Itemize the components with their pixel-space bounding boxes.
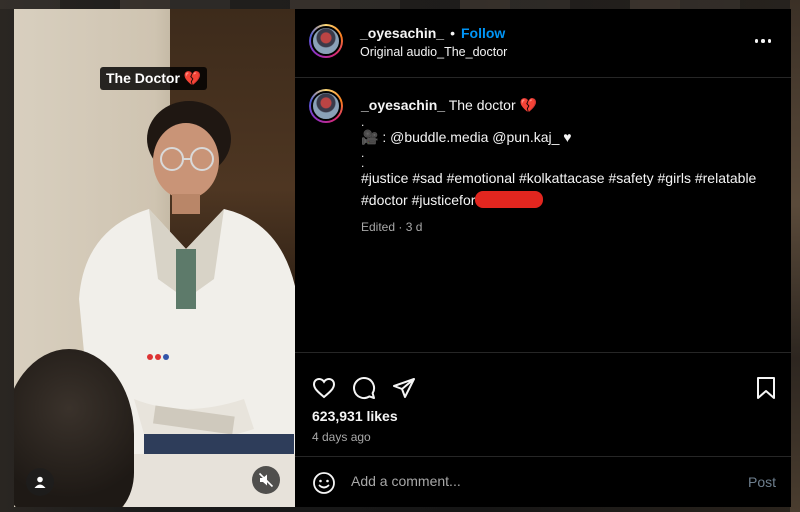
- caption-dot: .: [361, 156, 365, 170]
- caption-title-line: _oyesachin_ The doctor 💔: [361, 95, 771, 117]
- like-button[interactable]: [311, 375, 337, 401]
- more-options-button[interactable]: [753, 31, 773, 51]
- comment-row: Post: [295, 456, 791, 509]
- header-username[interactable]: _oyesachin_: [360, 25, 444, 41]
- caption-hashtags-1[interactable]: #justice #sad #emotional #kolkattacase #…: [361, 168, 771, 190]
- caption-hashtags-2[interactable]: #doctor #justicefor: [361, 192, 475, 208]
- bookmark-icon: [757, 377, 775, 399]
- avatar-image: [311, 26, 341, 56]
- post-comment-button[interactable]: Post: [748, 474, 776, 490]
- likes-count[interactable]: 623,931 likes: [312, 408, 398, 424]
- header-separator: •: [450, 25, 455, 41]
- more-dot-icon: [754, 39, 759, 43]
- post-date[interactable]: 4 days ago: [312, 430, 371, 444]
- caption-title: The doctor 💔: [448, 97, 537, 113]
- author-avatar[interactable]: [309, 24, 343, 58]
- post-header: _oyesachin_ • Follow Original audio_The_do…: [295, 9, 791, 78]
- feed-backdrop-top: [0, 0, 800, 9]
- share-button[interactable]: [391, 375, 417, 401]
- more-dot-icon: [767, 39, 772, 43]
- caption-username[interactable]: _oyesachin_: [361, 97, 445, 113]
- caption-dot: .: [361, 114, 365, 129]
- muted-speaker-icon: [258, 472, 274, 488]
- heart-icon: [312, 377, 336, 399]
- emoji-button[interactable]: [311, 470, 337, 496]
- reel-video[interactable]: The Doctor 💔: [14, 9, 295, 507]
- edited-timestamp: Edited · 3 d: [361, 220, 423, 234]
- follow-button[interactable]: Follow: [461, 25, 505, 41]
- video-caption: The Doctor 💔: [100, 67, 208, 90]
- audio-link[interactable]: Original audio_The_doctor: [360, 45, 507, 59]
- emoji-icon: [313, 472, 335, 494]
- caption-credits: 🎥 : @buddle.media @pun.kaj_ ♥: [361, 128, 572, 145]
- caption-author-avatar[interactable]: [309, 89, 343, 123]
- user-icon: [34, 476, 46, 488]
- avatar-image: [311, 91, 341, 121]
- post-caption: _oyesachin_ The doctor 💔 . 🎥 : @buddle.m…: [361, 95, 771, 239]
- header-title-row: _oyesachin_ • Follow: [360, 25, 505, 43]
- caption-hashtags-line-2: #doctor #justicefor: [361, 190, 771, 212]
- more-dot-icon: [761, 39, 765, 43]
- post-actions: 623,931 likes 4 days ago Post: [295, 352, 791, 508]
- caption-dot: .: [361, 146, 365, 160]
- mute-button[interactable]: [252, 466, 280, 494]
- feed-backdrop-right: [790, 0, 800, 512]
- comment-button[interactable]: [351, 375, 377, 401]
- save-button[interactable]: [753, 375, 779, 401]
- tagged-users-button[interactable]: [26, 468, 54, 496]
- post-details-panel: _oyesachin_ • Follow Original audio_The_do…: [295, 9, 791, 507]
- comment-input[interactable]: [351, 473, 721, 489]
- comment-icon: [353, 377, 376, 399]
- send-icon: [393, 378, 415, 398]
- redaction-mark: [475, 190, 544, 208]
